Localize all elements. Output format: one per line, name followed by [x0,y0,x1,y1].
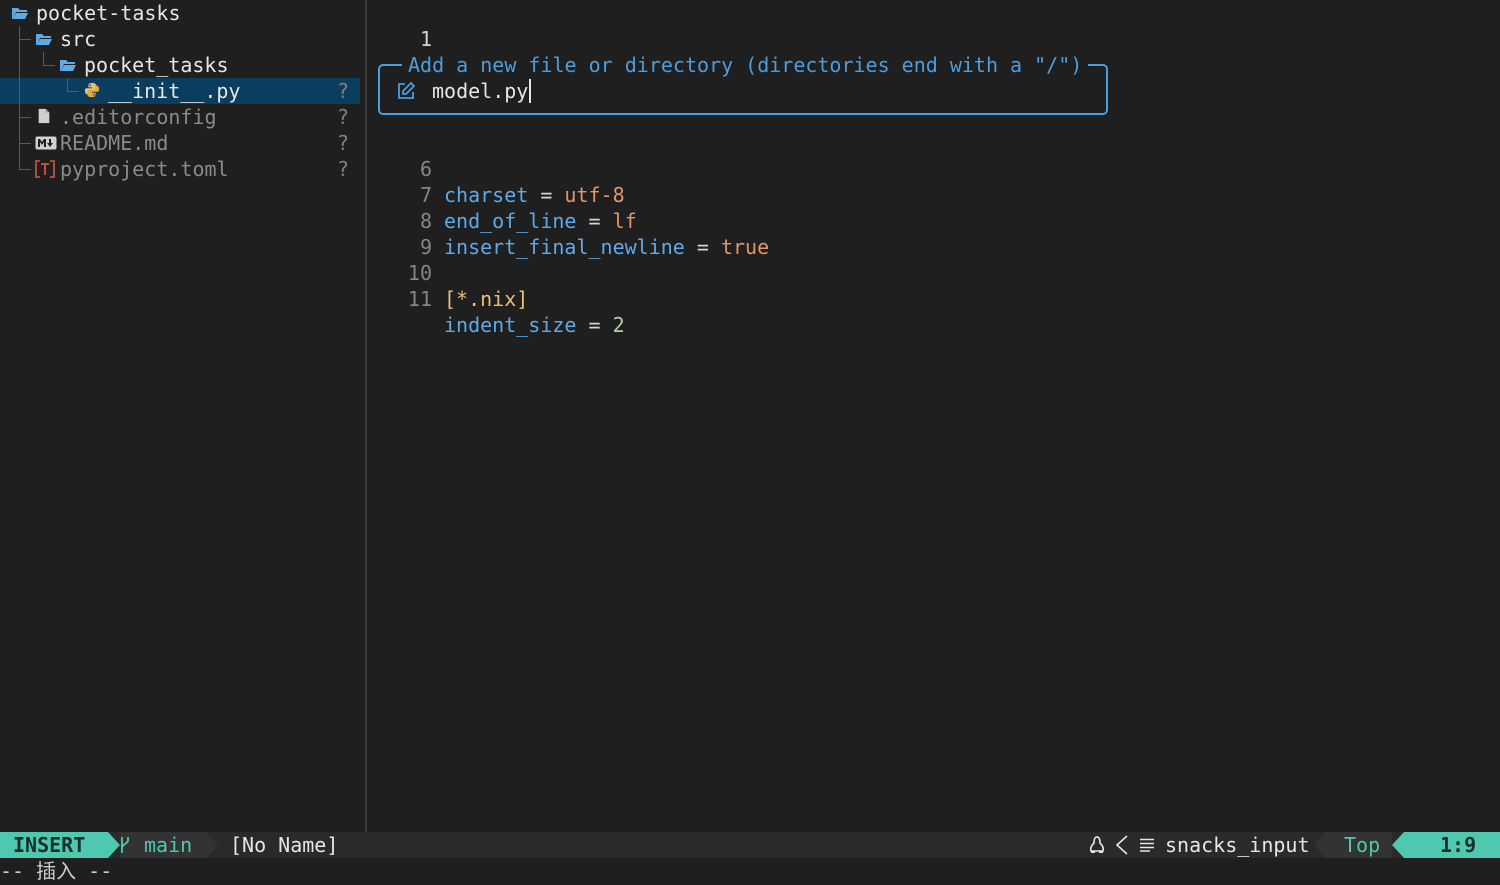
git-status-badge: ? [337,157,350,181]
code-line[interactable]: 6 charset = utf-8 [367,130,625,207]
tree-item-label: src [60,27,97,51]
code-line[interactable]: 8 insert_final_newline = true [367,182,769,259]
file-explorer: pocket-tasks src pocket_tasks __init__.p… [0,0,365,832]
code-text: indent_size = 2 [444,312,625,338]
code-line[interactable]: 2 [367,26,439,77]
command-line[interactable]: -- 插入 -- [0,858,1500,885]
code-text: end_of_line = lf [444,208,637,234]
edit-icon [398,82,415,99]
segment-separator [1314,832,1326,858]
editor-pane[interactable]: 1 root = true 2 6 charset = utf-8 7 end_… [367,0,1500,832]
filetype-lines-icon [1140,838,1154,852]
code-token: lf [612,209,637,233]
text-cursor [529,79,532,103]
code-token: charset [444,183,529,207]
chevron-left-icon [1115,835,1128,855]
tree-item-init-py[interactable]: __init__.py ? [0,78,360,104]
code-line[interactable]: 1 root = true [367,0,577,77]
code-token: true [720,235,770,259]
tree-item-label: pyproject.toml [60,157,229,181]
code-token: = [576,313,613,337]
folder-open-icon [12,8,28,19]
tree-item-pocket-tasks[interactable]: pocket_tasks [0,52,360,78]
tree-guide [67,91,79,92]
code-token: insert_final_newline [444,235,685,259]
tree-guide [19,143,31,144]
mode-indicator: INSERT [0,832,108,858]
code-token: end_of_line [444,209,577,233]
code-token: 2 [612,313,625,337]
tree-item-label: __init__.py [108,79,241,103]
line-number: 11 [407,287,432,311]
tree-item-label: .editorconfig [60,105,217,129]
cursor-location: 1:9 [1440,833,1477,857]
nvim-window: pocket-tasks src pocket_tasks __init__.p… [0,0,1500,885]
tree-item-editorconfig[interactable]: .editorconfig ? [0,104,360,130]
code-token: [*.nix] [444,287,529,311]
tree-root[interactable]: pocket-tasks [0,0,360,26]
code-token: = [576,209,613,233]
new-file-name-input[interactable]: model.py [432,78,532,104]
git-branch-name: main [144,833,193,857]
code-token: = [684,235,721,259]
new-file-input-dialog[interactable]: Add a new file or directory (directories… [378,53,1108,115]
input-value: model.py [432,79,529,103]
code-line[interactable]: 10 [*.nix] [367,234,528,311]
tree-item-pyproject[interactable]: pyproject.toml ? [0,156,360,182]
tree-item-label: pocket_tasks [84,53,229,77]
tree-item-label: README.md [60,131,169,155]
git-status-badge: ? [337,79,350,103]
tree-guide [19,117,31,118]
tree-item-readme[interactable]: README.md ? [0,130,360,156]
code-line[interactable]: 9 [367,208,439,259]
scroll-position: Top [1344,833,1381,857]
tree-guide [19,169,31,170]
tree-guide [67,78,68,91]
folder-open-icon [36,34,52,45]
statusline: INSERT main [No Name] snacks_input Top 1… [0,832,1500,858]
git-status-badge: ? [337,131,350,155]
code-text: charset = utf-8 [444,182,625,208]
tree-guide [19,78,20,104]
code-text: [*.nix] [444,286,528,312]
linux-icon [1089,836,1105,853]
git-branch-icon [121,837,129,853]
code-token: utf-8 [564,183,625,207]
git-status-badge: ? [337,105,350,129]
tree-guide [19,156,20,169]
code-line[interactable]: 11 indent_size = 2 [367,260,625,337]
buffer-filename: [No Name] [230,833,339,857]
code-line[interactable]: 7 end_of_line = lf [367,156,637,233]
dialog-title: Add a new file or directory (directories… [402,53,1089,77]
file-icon [38,108,50,124]
python-icon [84,82,100,98]
folder-open-icon [60,60,76,71]
markdown-icon [35,136,57,150]
code-text: insert_final_newline = true [444,234,769,260]
segment-separator [1392,832,1404,858]
code-token: = [528,183,565,207]
tree-root-label: pocket-tasks [36,1,181,25]
segment-separator [206,832,218,858]
tree-item-src[interactable]: src [0,26,360,52]
code-token: indent_size [444,313,577,337]
toml-icon [35,160,55,178]
filetype-label: snacks_input [1165,833,1310,857]
